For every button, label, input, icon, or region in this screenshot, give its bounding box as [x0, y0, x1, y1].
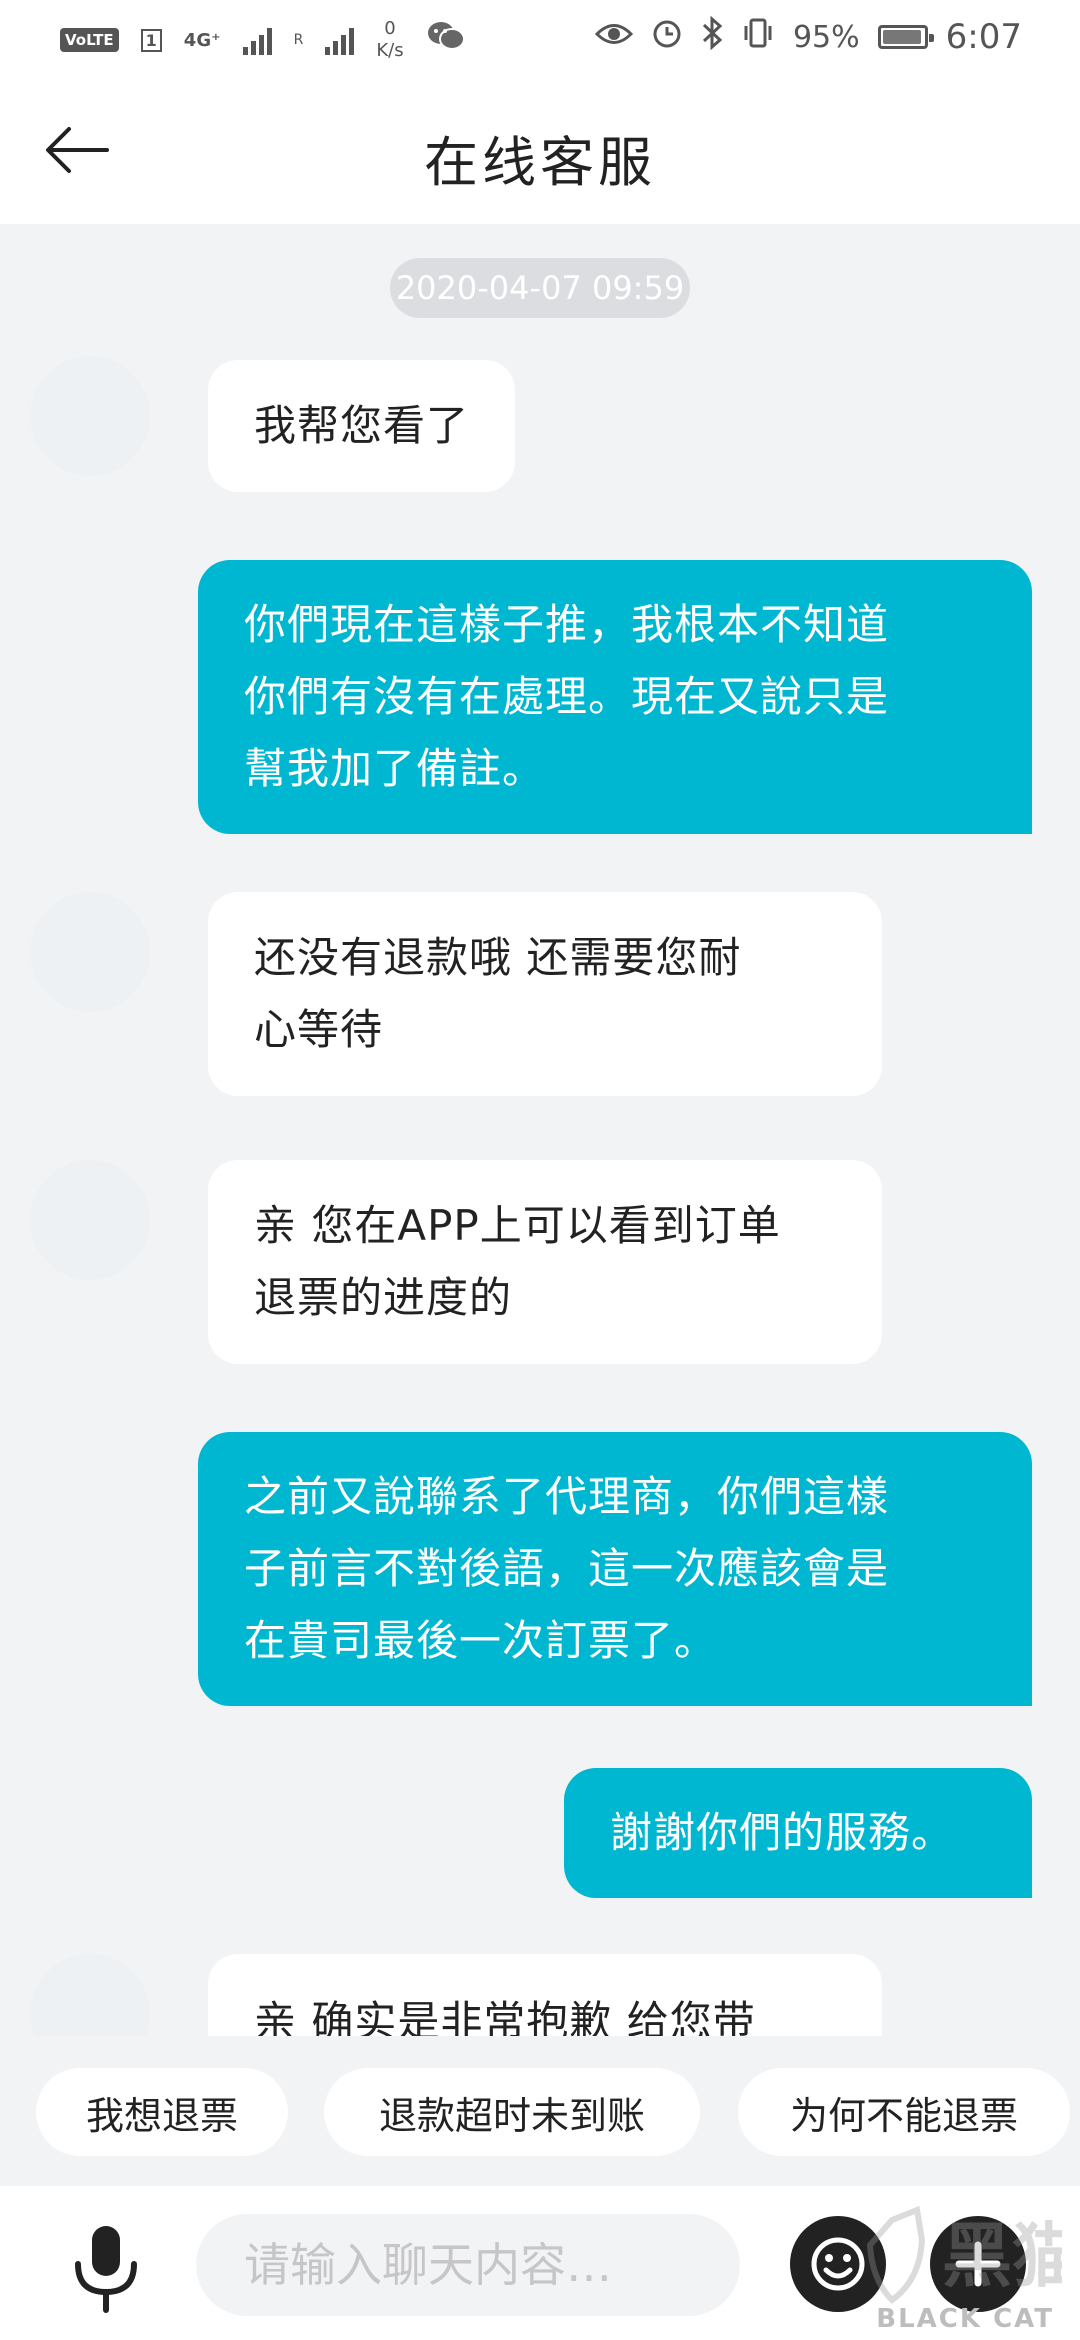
plus-icon: [955, 2241, 1001, 2287]
message-text: 我帮您看了: [254, 390, 469, 462]
quick-replies: 我想退票 退款超时未到账 为何不能退票: [0, 2036, 1080, 2186]
message-bubble-agent[interactable]: 亲 您在APP上可以看到订单 退票的进度的: [208, 1160, 882, 1364]
message-line: 退票的进度的: [254, 1273, 513, 1322]
message-line: 亲 确实是非常抱歉 给您带: [254, 1997, 756, 2036]
message-bubble-agent[interactable]: 还没有退款哦 还需要您耐 心等待: [208, 892, 882, 1096]
message-line: 子前言不對後語，這一次應該會是: [244, 1544, 890, 1593]
microphone-icon: [75, 2226, 137, 2313]
status-right: 95% 6:07: [594, 15, 1022, 58]
message-line: 我帮您看了: [254, 401, 470, 450]
message-bubble-user[interactable]: 謝謝你們的服務。: [564, 1768, 1032, 1898]
message-line: 謝謝你們的服務。: [610, 1808, 955, 1857]
message-line: 在貴司最後一次訂票了。: [244, 1616, 718, 1665]
message-bubble-user[interactable]: 之前又說聯系了代理商，你們這樣 子前言不對後語，這一次應該會是 在貴司最後一次訂…: [198, 1432, 1032, 1706]
message-text: 还没有退款哦 还需要您耐 心等待: [254, 922, 741, 1066]
alarm-icon: [651, 17, 683, 57]
battery-percent: 95%: [792, 19, 860, 55]
message-text: 你們現在這樣子推，我根本不知道 你們有沒有在處理。現在又說只是 幫我加了備註。: [244, 589, 889, 805]
message-bubble-agent[interactable]: 我帮您看了: [208, 360, 516, 492]
message-text: 亲 确实是非常抱歉 给您带: [254, 1986, 756, 2036]
network-speed: 0 K/s: [376, 18, 403, 62]
message-line: 幫我加了備註。: [244, 744, 546, 793]
message-line: 你們有沒有在處理。現在又說只是: [244, 672, 890, 721]
header: 在线客服: [0, 76, 1080, 224]
quick-reply-chip[interactable]: 为何不能退票: [738, 2068, 1070, 2156]
emoji-button[interactable]: [790, 2216, 886, 2312]
wechat-icon: [426, 19, 466, 61]
chat-area[interactable]: 2020-04-07 09:59 我帮您看了 你們現在這樣子推，我根本不知道 你…: [0, 224, 1080, 2036]
signal-2-icon: [325, 25, 355, 55]
network-type: 4G⁺: [183, 29, 221, 51]
input-bar: [0, 2186, 1080, 2340]
speed-unit: K/s: [376, 40, 404, 61]
status-bar: VoLTE 1 4G⁺ R 0 K/s 95% 6:07: [0, 0, 1080, 76]
agent-avatar[interactable]: [30, 892, 150, 1012]
agent-avatar[interactable]: [30, 1160, 150, 1280]
message-text: 之前又說聯系了代理商，你們這樣 子前言不對後語，這一次應該會是 在貴司最後一次訂…: [244, 1461, 889, 1677]
message-line: 你們現在這樣子推，我根本不知道: [244, 600, 890, 649]
status-left: VoLTE 1 4G⁺ R 0 K/s: [60, 18, 466, 62]
message-line: 之前又說聯系了代理商，你們這樣: [244, 1472, 890, 1521]
message-timestamp: 2020-04-07 09:59: [390, 258, 690, 318]
message-bubble-agent[interactable]: 亲 确实是非常抱歉 给您带: [208, 1954, 882, 2036]
vibrate-icon: [741, 17, 775, 57]
volte-badge: VoLTE: [60, 28, 119, 52]
agent-avatar[interactable]: [30, 1954, 150, 2036]
message-bubble-user[interactable]: 你們現在這樣子推，我根本不知道 你們有沒有在處理。現在又說只是 幫我加了備註。: [198, 560, 1032, 834]
quick-reply-chip[interactable]: 我想退票: [36, 2068, 288, 2156]
chat-input[interactable]: [196, 2214, 740, 2316]
sim-indicator: 1: [140, 28, 162, 52]
bluetooth-icon: [701, 15, 723, 58]
message-line: 亲 您在APP上可以看到订单: [254, 1201, 781, 1250]
message-text: 謝謝你們的服務。: [610, 1797, 954, 1869]
message-text: 亲 您在APP上可以看到订单 退票的进度的: [254, 1190, 781, 1334]
more-button[interactable]: [930, 2216, 1026, 2312]
page-title: 在线客服: [424, 131, 656, 194]
battery-icon: [877, 25, 934, 49]
eye-icon: [594, 20, 634, 55]
message-line: 心等待: [254, 1005, 384, 1054]
roaming-indicator: R: [293, 32, 304, 48]
quick-reply-chip[interactable]: 退款超时未到账: [324, 2068, 700, 2156]
clock: 6:07: [945, 17, 1022, 57]
message-line: 还没有退款哦 还需要您耐: [254, 933, 742, 982]
voice-button[interactable]: [66, 2224, 146, 2314]
signal-icon: [242, 25, 272, 55]
speed-value: 0: [384, 18, 396, 39]
emoji-icon: [811, 2237, 865, 2291]
agent-avatar[interactable]: [30, 356, 150, 476]
battery-fill: [882, 30, 921, 44]
